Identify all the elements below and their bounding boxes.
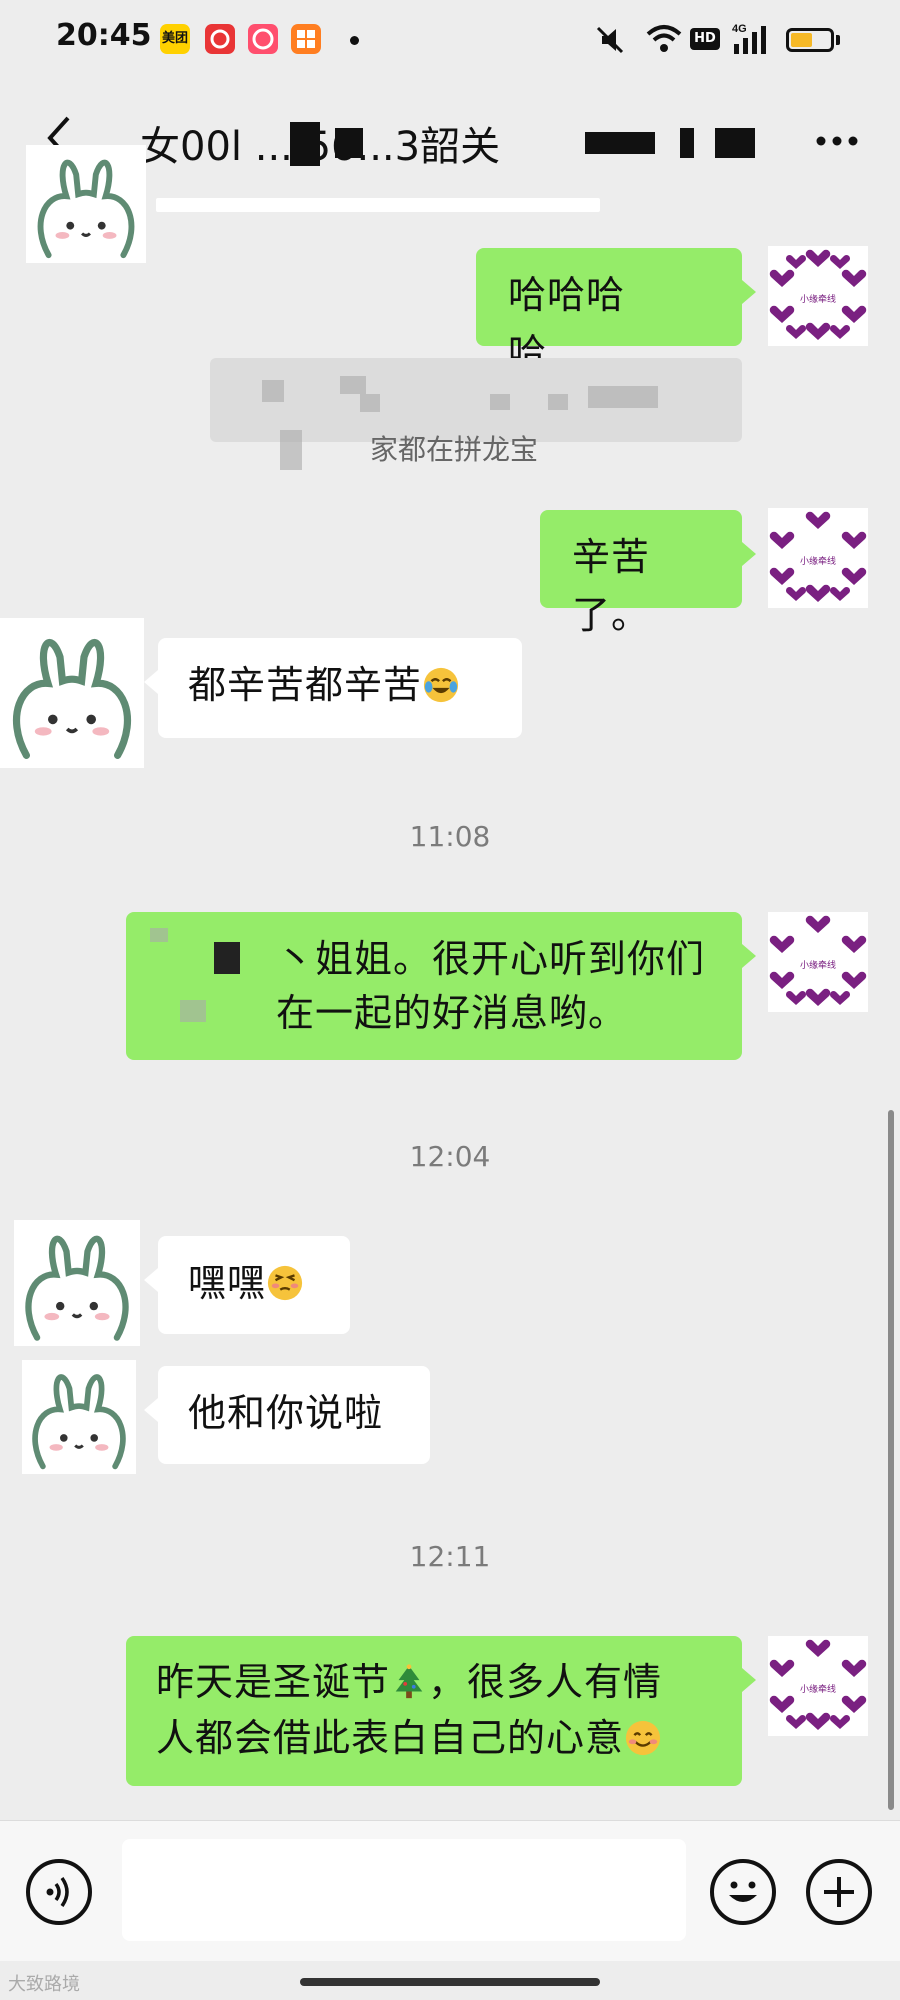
message-text: 昨天是圣诞节: [156, 1660, 391, 1704]
more-dots-icon[interactable]: [815, 132, 859, 151]
message-line: 人都会借此表白自己的心意: [156, 1710, 712, 1766]
chat-title: 女00l ... 56...3韶关: [140, 124, 501, 170]
blur-block: [262, 380, 284, 402]
message-text: 他和你说啦: [188, 1391, 384, 1435]
message-text: 都辛苦都辛苦: [188, 663, 423, 707]
battery-tip: [836, 35, 840, 45]
hd-badge: HD: [690, 28, 720, 50]
smile-emoji: [624, 1716, 662, 1756]
signal-icon: 4G: [732, 22, 776, 60]
message-input[interactable]: [122, 1839, 686, 1941]
input-bar: [0, 1820, 900, 1961]
mute-icon: [592, 22, 628, 62]
plus-icon[interactable]: [806, 1859, 872, 1925]
blur-block: [588, 386, 658, 408]
self-avatar[interactable]: 小缘牵线: [768, 912, 868, 1012]
message-text: 丶姐姐。很开心听到你们在一起的好消息哟。: [276, 937, 706, 1035]
self-avatar-label: 小缘牵线: [800, 1683, 836, 1695]
message-text: 嘿嘿: [188, 1261, 267, 1305]
blur-block: [490, 394, 510, 410]
contact-avatar[interactable]: [14, 1220, 140, 1346]
blur-block: [360, 394, 380, 412]
self-avatar-label: 小缘牵线: [800, 555, 836, 567]
status-time: 20:45: [56, 18, 152, 53]
shy-face-emoji: [266, 1260, 304, 1301]
battery-fill: [791, 33, 812, 47]
emoji-face-icon[interactable]: [710, 1859, 776, 1925]
blur-block: [548, 394, 568, 410]
quoted-message-text: 家都在拼龙宝: [370, 433, 539, 466]
message-bubble-incoming[interactable]: 他和你说啦: [144, 1366, 430, 1464]
timestamp: 12:11: [409, 1540, 491, 1573]
message-text: ，很多人有情: [428, 1660, 663, 1704]
contact-avatar[interactable]: [26, 145, 146, 263]
message-bubble-outgoing[interactable]: 哈哈哈哈....: [476, 248, 756, 375]
self-avatar[interactable]: 小缘牵线: [768, 1636, 868, 1736]
message-bubble-incoming[interactable]: 都辛苦都辛苦: [144, 638, 522, 738]
netease-music-icon: [205, 24, 235, 54]
timestamp: 11:08: [409, 820, 491, 853]
message-bubble-outgoing[interactable]: 辛苦了。: [540, 510, 756, 637]
title-redaction: [335, 128, 363, 158]
blur-block: [340, 376, 366, 394]
scrollbar[interactable]: [888, 1110, 894, 1810]
wifi-icon: [645, 22, 683, 60]
status-bar: 20:45 美团 HD 4G: [0, 0, 900, 80]
voice-icon[interactable]: [26, 1859, 92, 1925]
message-bubble-outgoing[interactable]: 丶姐姐。很开心听到你们在一起的好消息哟。: [126, 912, 756, 1060]
title-redaction: [680, 128, 694, 158]
message-text: 辛苦了。: [572, 535, 651, 637]
orange-app-icon: [291, 24, 321, 54]
blur-block: [150, 928, 168, 942]
self-avatar[interactable]: 小缘牵线: [768, 508, 868, 608]
pink-app-icon: [248, 24, 278, 54]
redaction-block: [214, 942, 240, 974]
contact-avatar[interactable]: [0, 618, 144, 768]
message-text: 人都会借此表白自己的心意: [156, 1716, 625, 1760]
title-redaction: [715, 128, 755, 158]
title-redaction: [585, 132, 655, 154]
meituan-app-icon: 美团: [160, 24, 190, 54]
timestamp: 12:04: [409, 1140, 491, 1173]
message-bubble-incoming[interactable]: 嘿嘿: [144, 1236, 350, 1334]
christmas-tree-emoji: [390, 1660, 428, 1699]
blur-block: [180, 1000, 206, 1022]
message-bubble-outgoing[interactable]: 昨天是圣诞节 ，很多人有情 人都会借此表白自己的心意: [126, 1636, 756, 1786]
self-avatar-label: 小缘牵线: [800, 959, 836, 971]
watermark: 大致路境: [8, 1974, 80, 1995]
svg-text:4G: 4G: [732, 23, 747, 35]
battery-icon: [786, 28, 834, 52]
title-redaction: [290, 122, 320, 166]
crying-laughing-emoji: [422, 662, 460, 703]
notification-dot: [350, 36, 359, 45]
home-indicator[interactable]: [300, 1978, 600, 1986]
self-avatar[interactable]: 小缘牵线: [768, 246, 868, 346]
blur-block: [280, 430, 302, 470]
quote-bar: [156, 198, 600, 212]
self-avatar-label: 小缘牵线: [800, 293, 836, 305]
contact-avatar[interactable]: [22, 1360, 136, 1474]
message-line: 昨天是圣诞节 ，很多人有情: [156, 1654, 712, 1710]
